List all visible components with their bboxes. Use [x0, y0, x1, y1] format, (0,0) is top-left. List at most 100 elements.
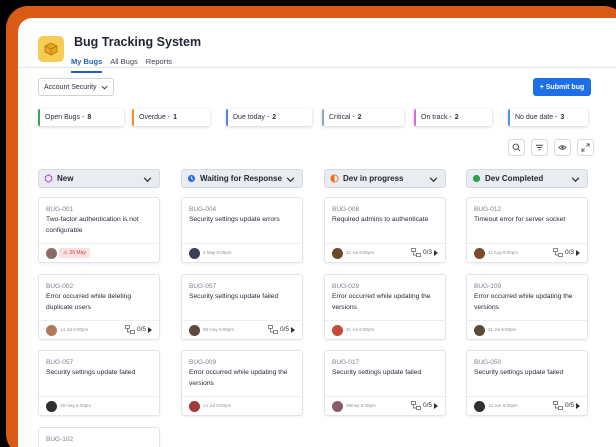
- tab-all-bugs[interactable]: All Bugs: [110, 57, 138, 73]
- subtask-icon: [553, 248, 563, 257]
- box-logo-icon: [38, 36, 64, 62]
- bug-card[interactable]: BUG-009 Error occurred while updating the…: [181, 350, 303, 416]
- bug-id: BUG-050: [474, 359, 502, 366]
- column-header[interactable]: New: [38, 169, 160, 188]
- bug-title: Error occurred while updating the versio…: [474, 293, 573, 311]
- subtask-counter[interactable]: 0/3: [553, 248, 580, 257]
- chevron-down-icon[interactable]: [571, 175, 580, 184]
- chevron-down-icon[interactable]: [143, 175, 152, 184]
- bug-card[interactable]: BUG-057 Security settings update failed 29…: [38, 350, 160, 416]
- bug-id: BUG-057: [189, 283, 217, 290]
- bug-id: BUG-109: [474, 283, 502, 290]
- due-date-text: 29may 6:00pm: [346, 403, 376, 408]
- avatar: [332, 248, 343, 259]
- bug-card[interactable]: BUG-102: [38, 427, 160, 447]
- card-divider: [182, 396, 302, 397]
- subtask-counter[interactable]: 0/3: [411, 248, 438, 257]
- account-selector-label: Account Security: [44, 83, 97, 91]
- chevron-down-icon: [101, 85, 108, 90]
- column-title: New: [57, 174, 74, 183]
- column-header[interactable]: Dev Completed: [466, 169, 588, 188]
- avatar: [189, 248, 200, 259]
- bug-card[interactable]: BUG-029 Error occurred while updating the…: [324, 274, 446, 340]
- chevron-down-icon[interactable]: [429, 175, 438, 184]
- subtask-count: 0/3: [422, 249, 432, 256]
- filter-chip-label: Overdue -: [139, 114, 171, 121]
- subtask-count: 0/3: [564, 249, 574, 256]
- bug-id: BUG-009: [189, 359, 217, 366]
- expand-button[interactable]: [577, 139, 594, 156]
- bug-card[interactable]: BUG-008 Required admins to authenticate 31…: [324, 197, 446, 263]
- subtask-counter[interactable]: 0/5: [553, 401, 580, 410]
- due-date-text: 11 Aug 6:00pm: [488, 250, 518, 255]
- filter-chip-label: Due today -: [233, 114, 270, 121]
- subtask-count: 0/5: [279, 326, 289, 333]
- bug-card[interactable]: BUG-017 Security settings update failed 29…: [324, 350, 446, 416]
- card-divider: [467, 243, 587, 244]
- chevron-right-icon: [291, 326, 295, 333]
- filter-chip[interactable]: On track - 2: [414, 109, 492, 126]
- bug-card[interactable]: BUG-012 Timeout error for server socket 11…: [466, 197, 588, 263]
- tab-bar: My Bugs All Bugs Reports: [71, 57, 172, 73]
- avatar: [332, 401, 343, 412]
- filter-chip[interactable]: Overdue - 1: [132, 109, 210, 126]
- bug-id: BUG-102: [46, 436, 74, 443]
- due-date-text: 14 Jul 6:00pm: [60, 327, 89, 332]
- column-header[interactable]: Dev in progress: [324, 169, 446, 188]
- chevron-right-icon: [434, 249, 438, 256]
- subtask-counter[interactable]: 0/5: [268, 325, 295, 334]
- submit-bug-button[interactable]: + Submit bug: [533, 78, 591, 96]
- due-date-text: 14 Jul 6:00pm: [203, 403, 232, 408]
- bug-title: Error occurred while deleting duplicate …: [46, 293, 132, 311]
- card-divider: [182, 320, 302, 321]
- bug-title: Error occurred while updating the versio…: [332, 293, 431, 311]
- bug-title: Two-factor authentication is not configu…: [46, 216, 139, 234]
- check-circle-icon: [472, 174, 481, 183]
- column-title: Dev in progress: [343, 174, 404, 183]
- account-selector[interactable]: Account Security: [38, 78, 114, 96]
- due-date-text: 12 Jun 6:00pm: [488, 403, 518, 408]
- chevron-down-icon[interactable]: [286, 175, 295, 184]
- filter-chip[interactable]: Open Bugs - 8: [38, 109, 124, 126]
- filter-chip-count: 2: [454, 114, 459, 121]
- bug-id: BUG-008: [332, 206, 360, 213]
- column-title: Dev Completed: [485, 174, 544, 183]
- filter-chip[interactable]: Due today - 2: [226, 109, 312, 126]
- bug-id: BUG-004: [189, 206, 217, 213]
- filter-chip-count: 1: [173, 114, 178, 121]
- bug-id: BUG-017: [332, 359, 360, 366]
- due-date-text: 5 May 6:00pm: [203, 250, 232, 255]
- bug-title: Security settings update errors: [189, 216, 280, 223]
- subtask-counter[interactable]: 0/5: [411, 401, 438, 410]
- filter-chip[interactable]: Critical - 2: [322, 109, 404, 126]
- tab-reports[interactable]: Reports: [146, 57, 172, 73]
- tab-my-bugs[interactable]: My Bugs: [71, 57, 103, 73]
- bug-card[interactable]: BUG-004 Security settings update errors 5 …: [181, 197, 303, 263]
- subtask-count: 0/5: [564, 402, 574, 409]
- bug-card[interactable]: BUG-050 Security settings update failed 12…: [466, 350, 588, 416]
- card-divider: [39, 320, 159, 321]
- card-divider: [39, 243, 159, 244]
- clock-icon: [187, 174, 196, 183]
- avatar: [189, 401, 200, 412]
- bug-card[interactable]: BUG-001 Two-factor authentication is not …: [38, 197, 160, 263]
- view-button[interactable]: [554, 139, 571, 156]
- search-button[interactable]: [508, 139, 525, 156]
- chevron-right-icon: [576, 402, 580, 409]
- avatar: [332, 325, 343, 336]
- column-header[interactable]: Waiting for Response: [181, 169, 303, 188]
- bug-card[interactable]: BUG-057 Security settings update failed 08…: [181, 274, 303, 340]
- bug-id: BUG-012: [474, 206, 502, 213]
- chevron-right-icon: [434, 402, 438, 409]
- due-date-text: 08 may 6:00pm: [203, 327, 235, 332]
- avatar: [46, 248, 57, 259]
- bug-title: Timeout error for server socket: [474, 216, 566, 223]
- bug-card[interactable]: BUG-002 Error occurred while deleting dup…: [38, 274, 160, 340]
- subtask-counter[interactable]: 0/5: [125, 325, 152, 334]
- bug-card[interactable]: BUG-109 Error occurred while updating the…: [466, 274, 588, 340]
- expand-icon: [581, 143, 590, 152]
- filter-chip[interactable]: No due date - 3: [508, 109, 588, 126]
- filter-button[interactable]: [531, 139, 548, 156]
- page-title: Bug Tracking System: [74, 35, 202, 49]
- bug-title: Security settings update failed: [474, 369, 564, 376]
